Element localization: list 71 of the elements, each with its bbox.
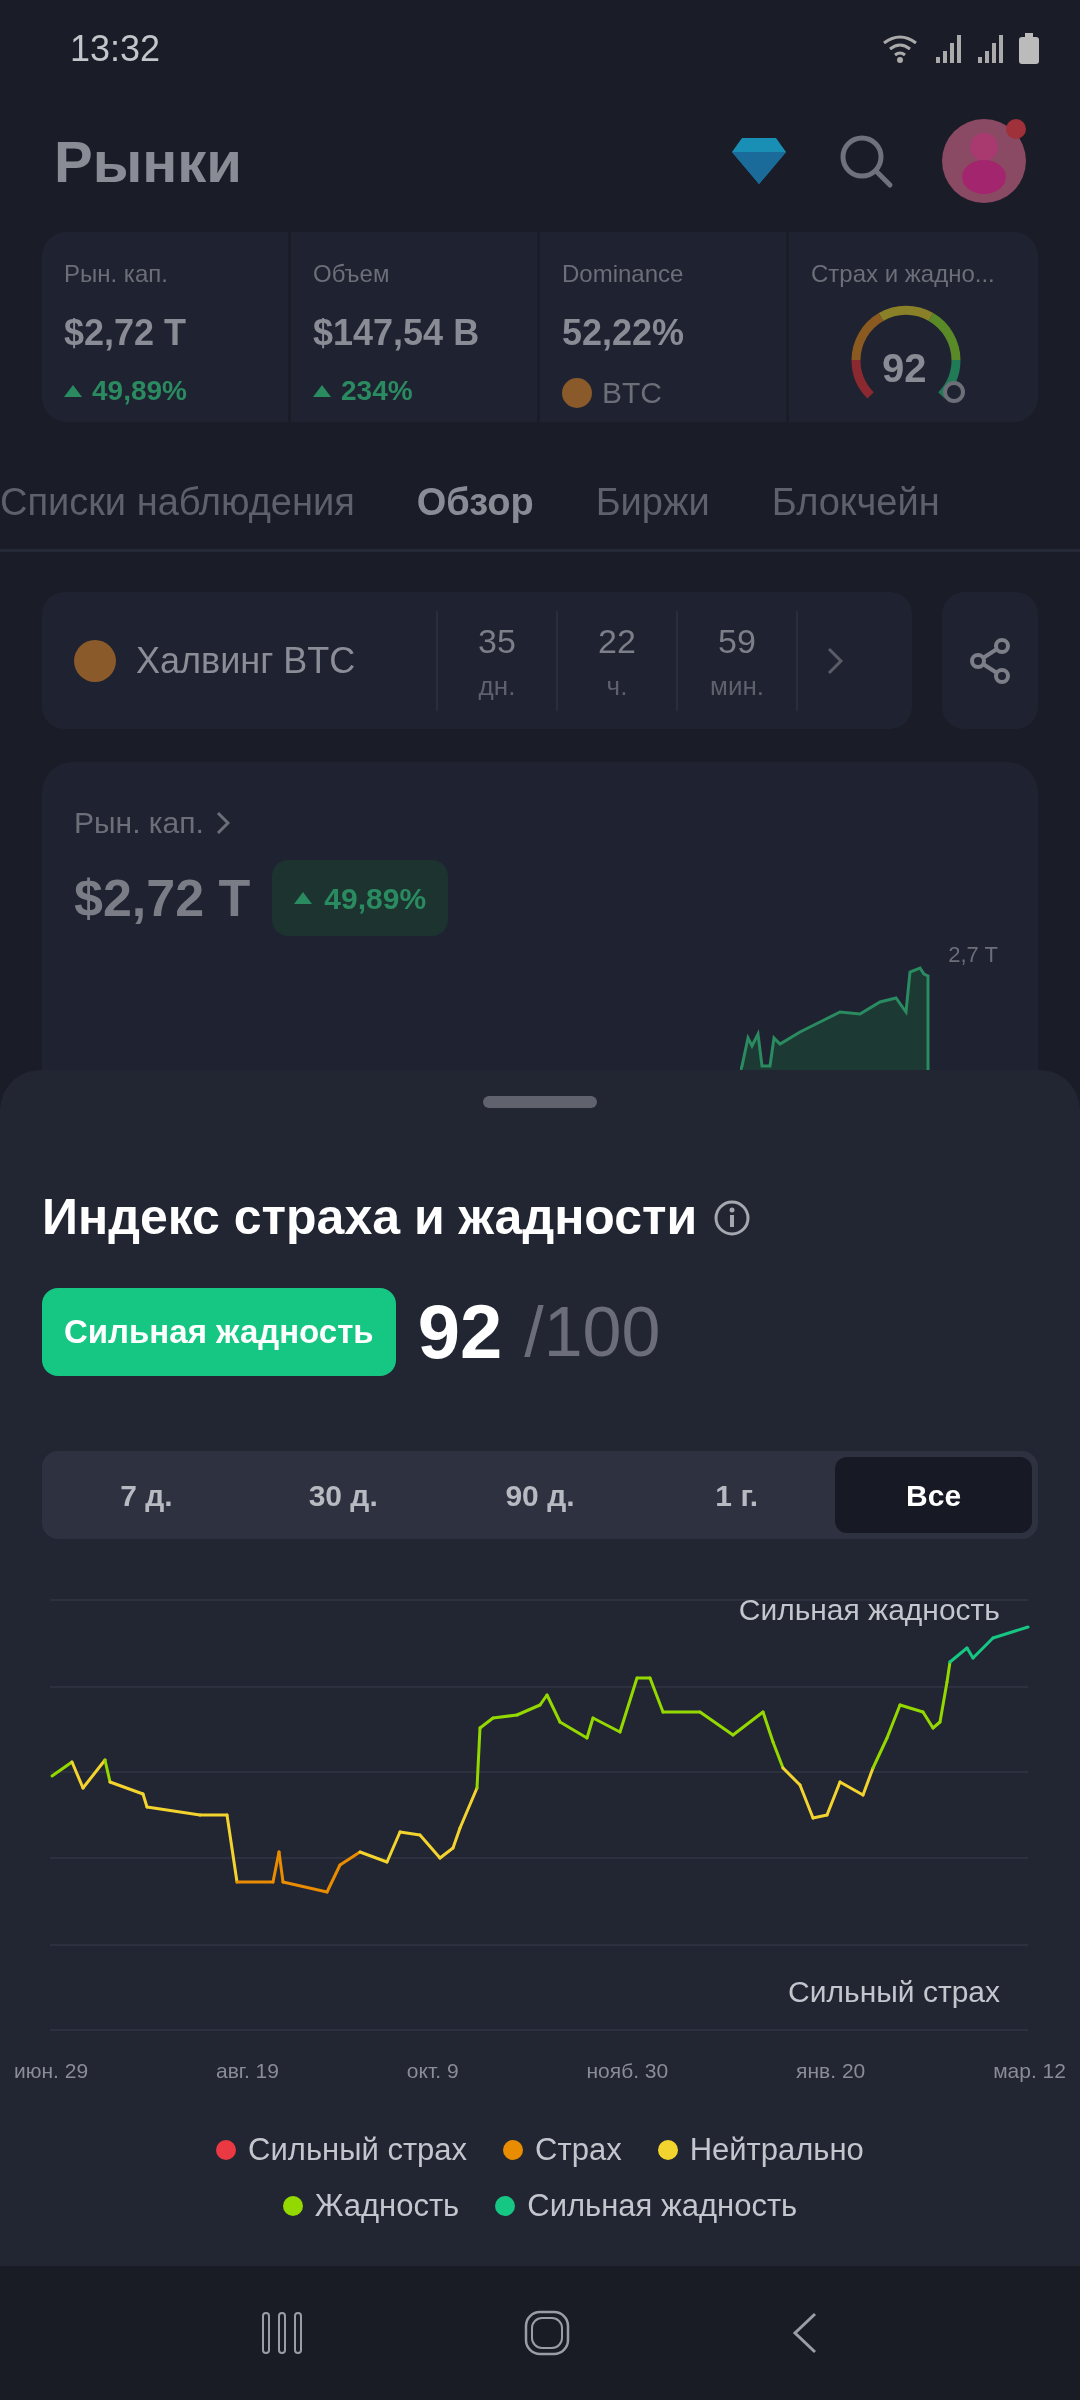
drag-handle[interactable] bbox=[483, 1096, 597, 1108]
period-tab[interactable]: 30 д. bbox=[244, 1457, 442, 1533]
legend-label: Жадность bbox=[314, 2187, 460, 2225]
countdown-value: 22 bbox=[598, 620, 636, 662]
axis-label: мар. 12 bbox=[993, 2058, 1066, 2084]
stat-label: Dominance bbox=[562, 259, 685, 289]
period-tab[interactable]: 90 д. bbox=[441, 1457, 639, 1533]
chart-label: 2,7 T bbox=[948, 941, 998, 969]
chevron-right-icon bbox=[215, 810, 230, 835]
page-title: Рынки bbox=[54, 127, 243, 196]
avatar[interactable] bbox=[942, 119, 1026, 203]
search-icon[interactable] bbox=[838, 133, 894, 189]
legend-label: Нейтрально bbox=[689, 2130, 864, 2169]
signal-icon bbox=[934, 33, 964, 65]
home-icon[interactable] bbox=[524, 2310, 570, 2356]
stat-value: $147,54 B bbox=[313, 311, 481, 355]
up-triangle-icon bbox=[313, 385, 331, 397]
diamond-icon[interactable] bbox=[730, 136, 788, 186]
band-label: Сильная жадность bbox=[738, 1592, 1000, 1628]
tab[interactable]: Списки наблюдения bbox=[0, 474, 355, 537]
stat-value: 52,22% bbox=[562, 311, 686, 355]
gauge-value: 92 bbox=[882, 345, 927, 392]
recent-apps-icon[interactable] bbox=[260, 2311, 303, 2355]
signal-icon bbox=[976, 33, 1006, 65]
score-value: 92 bbox=[417, 1288, 503, 1376]
legend-label: Сильный страх bbox=[248, 2130, 468, 2169]
countdown-value: 59 bbox=[718, 620, 756, 662]
bitcoin-icon bbox=[562, 377, 592, 408]
rating-badge: Сильная жадность bbox=[42, 1288, 396, 1376]
battery-icon bbox=[1018, 33, 1040, 65]
up-triangle-icon bbox=[294, 892, 313, 904]
halving-label: Халвинг BTC bbox=[136, 638, 357, 683]
coin-label: BTC bbox=[602, 375, 662, 411]
stat-label: Рын. кап. bbox=[64, 259, 169, 289]
stat-value: $2,72 T bbox=[64, 311, 188, 355]
countdown-unit: ч. bbox=[606, 669, 628, 703]
chevron-right-icon bbox=[826, 645, 844, 676]
change-value: 49,89% bbox=[92, 374, 187, 408]
info-icon[interactable] bbox=[713, 1198, 752, 1237]
tab[interactable]: Блокчейн bbox=[771, 474, 940, 537]
countdown-unit: дн. bbox=[478, 669, 516, 703]
bitcoin-icon bbox=[74, 639, 116, 682]
legend-label: Страх bbox=[535, 2130, 622, 2169]
card-label: Рын. кап. bbox=[74, 805, 204, 841]
up-triangle-icon bbox=[64, 385, 82, 397]
axis-label: авг. 19 bbox=[216, 2058, 279, 2084]
gauge-knob bbox=[943, 381, 965, 403]
halving-card[interactable]: Халвинг BTC 35 дн. 22 ч. 59 мин. bbox=[42, 592, 912, 729]
period-tab[interactable]: 7 д. bbox=[48, 1457, 245, 1533]
sheet-title: Индекс страха и жадности bbox=[42, 1188, 698, 1247]
countdown-unit: мин. bbox=[710, 669, 764, 703]
axis-label: окт. 9 bbox=[406, 2058, 459, 2084]
axis-label: нояб. 30 bbox=[586, 2058, 669, 2084]
legend-label: Сильная жадность bbox=[527, 2187, 798, 2225]
market-cap-value: $2,72 T bbox=[74, 868, 251, 929]
change-badge: 49,89% bbox=[272, 860, 449, 936]
change-value: 234% bbox=[341, 374, 413, 408]
stat-label: Страх и жадно... bbox=[811, 259, 996, 289]
period-tab[interactable]: Все bbox=[835, 1457, 1032, 1533]
axis-label: июн. 29 bbox=[14, 2058, 89, 2084]
share-icon bbox=[968, 637, 1012, 684]
stat-label: Объем bbox=[313, 259, 391, 289]
tab[interactable]: Биржи bbox=[595, 474, 710, 537]
countdown-value: 35 bbox=[478, 620, 516, 662]
status-time: 13:32 bbox=[70, 27, 161, 71]
share-button[interactable] bbox=[942, 592, 1038, 729]
axis-label: янв. 20 bbox=[796, 2058, 866, 2084]
band-label: Сильный страх bbox=[788, 1974, 1000, 2010]
score-max: /100 bbox=[524, 1291, 661, 1373]
tab[interactable]: Обзор bbox=[416, 474, 534, 537]
period-tab[interactable]: 1 г. bbox=[638, 1457, 836, 1533]
